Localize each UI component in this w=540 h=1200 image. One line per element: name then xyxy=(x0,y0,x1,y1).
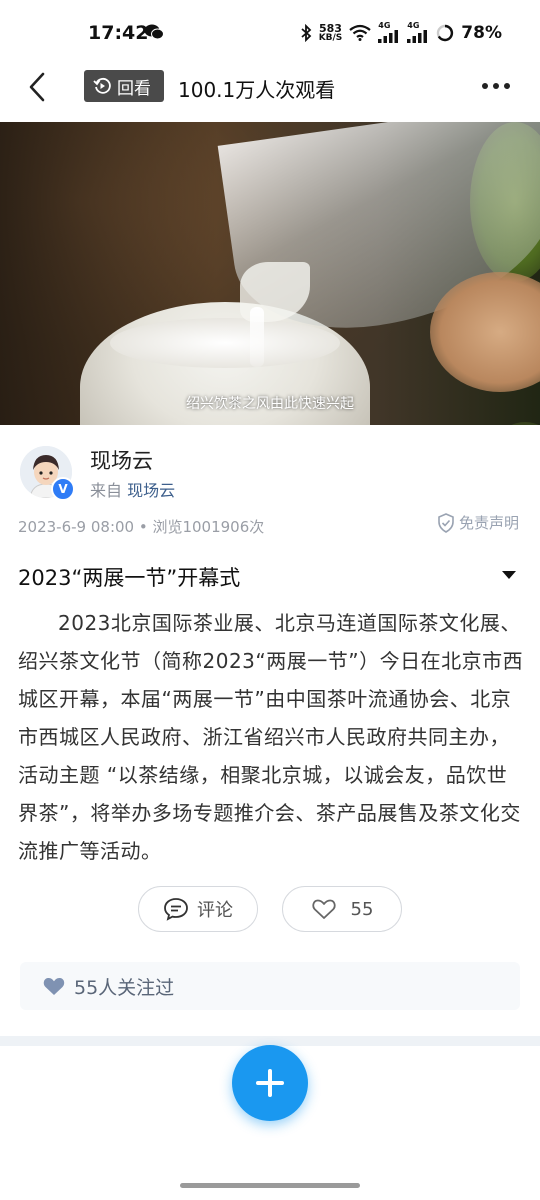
view-count: 100.1万人次观看 xyxy=(178,78,336,102)
video-subtitle: 绍兴饮茶之风由此快速兴起 xyxy=(186,396,354,412)
video-player[interactable]: 绍兴饮茶之风由此快速兴起 xyxy=(0,122,540,425)
heart-outline-icon xyxy=(311,899,336,919)
comment-label: 评论 xyxy=(197,900,233,921)
like-button[interactable]: 55 xyxy=(282,886,402,932)
article-title: 2023“两展一节”开幕式 xyxy=(18,566,241,590)
source-link[interactable]: 现场云 xyxy=(127,481,175,500)
signal-1: 4G xyxy=(378,22,400,43)
dot-icon xyxy=(504,83,510,89)
followers-bar[interactable]: 55人关注过 xyxy=(20,962,520,1010)
author-name[interactable]: 现场云 xyxy=(90,445,153,475)
status-bar: 17:42 583 KB/S 4G 4G 78% xyxy=(0,0,540,64)
comment-button[interactable]: 评论 xyxy=(138,886,258,932)
shield-check-icon xyxy=(438,512,454,533)
source-prefix: 来自 xyxy=(90,481,123,500)
net-speed-value: 583 xyxy=(319,21,342,35)
back-button[interactable] xyxy=(24,70,54,104)
disclaimer-label: 免责声明 xyxy=(458,514,519,532)
wifi-icon xyxy=(349,24,371,41)
replay-icon xyxy=(93,77,111,94)
signal-icon xyxy=(407,30,428,43)
signal-1-label: 4G xyxy=(378,21,391,30)
dot-icon xyxy=(482,83,488,89)
home-indicator[interactable] xyxy=(180,1183,360,1188)
like-count: 55 xyxy=(350,898,374,920)
expand-arrow-icon[interactable] xyxy=(502,571,516,579)
heart-filled-icon xyxy=(43,977,65,995)
dot-icon xyxy=(493,83,499,89)
status-icons: 583 KB/S 4G 4G 78% xyxy=(300,22,502,43)
disclaimer-link[interactable]: 免责声明 xyxy=(437,512,519,533)
signal-icon xyxy=(378,30,399,43)
more-options-button[interactable] xyxy=(482,76,514,96)
signal-2: 4G xyxy=(407,22,429,43)
publish-meta: 2023-6-9 08:00 • 浏览1001906次 xyxy=(18,518,265,536)
net-speed-unit: KB/S xyxy=(318,32,343,43)
replay-badge[interactable]: 回看 xyxy=(84,70,164,102)
top-bar: 回看 100.1万人次观看 xyxy=(0,64,540,122)
bluetooth-icon xyxy=(301,23,312,42)
video-teacup-rim xyxy=(110,318,340,368)
status-time: 17:42 xyxy=(88,22,149,44)
battery-ring-icon xyxy=(437,24,454,41)
source-line: 来自 现场云 xyxy=(90,477,175,501)
wechat-icon xyxy=(144,24,164,40)
followers-text: 55人关注过 xyxy=(74,976,175,999)
author-row: V 现场云 来自 现场云 xyxy=(0,436,540,506)
comment-icon xyxy=(164,898,188,921)
video-tea-stream xyxy=(250,307,264,367)
net-speed: 583 KB/S xyxy=(319,23,343,43)
verified-badge: V xyxy=(51,477,75,501)
battery-percent: 78% xyxy=(461,22,502,43)
signal-2-label: 4G xyxy=(407,21,420,30)
replay-label: 回看 xyxy=(117,78,151,99)
article-body: 2023北京国际茶业展、北京马连道国际茶文化展、绍兴茶文化节（简称2023“两展… xyxy=(18,611,524,863)
add-button[interactable] xyxy=(232,1045,308,1121)
